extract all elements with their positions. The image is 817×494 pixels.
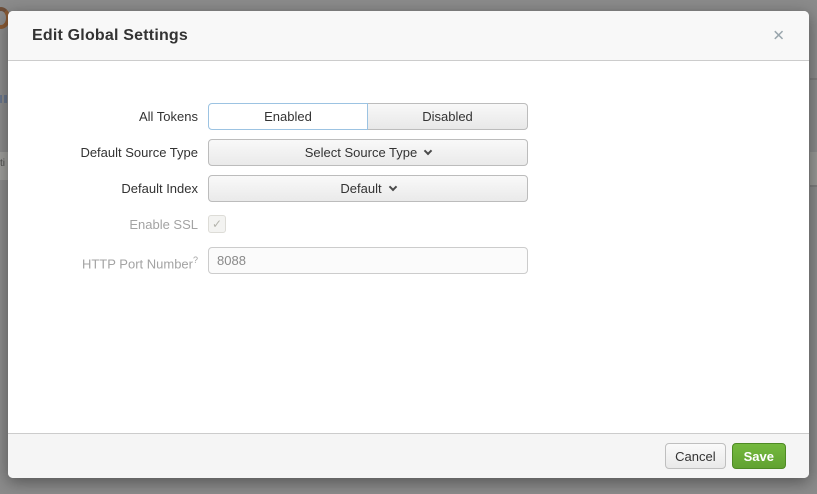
background-text-fragment: ti (0, 158, 5, 170)
form-row-default-index: Default Index Default (8, 175, 809, 202)
form-row-default-source-type: Default Source Type Select Source Type (8, 139, 809, 166)
form-row-http-port: HTTP Port Number? (8, 247, 809, 277)
close-icon[interactable]: ✕ (772, 28, 785, 43)
modal-footer: Cancel Save (8, 433, 809, 478)
background-text-fragment (0, 95, 7, 103)
default-source-type-label: Default Source Type (8, 139, 198, 166)
default-source-type-value: Select Source Type (305, 145, 418, 160)
form-row-enable-ssl: Enable SSL ✓ (8, 211, 809, 238)
default-index-dropdown[interactable]: Default (208, 175, 528, 202)
all-tokens-disabled-button[interactable]: Disabled (368, 103, 528, 130)
default-index-label: Default Index (8, 175, 198, 202)
save-button[interactable]: Save (732, 443, 786, 469)
modal-body: All Tokens Enabled Disabled Default Sour… (8, 61, 809, 433)
default-index-value: Default (340, 181, 381, 196)
enable-ssl-label: Enable SSL (8, 211, 198, 238)
modal-title: Edit Global Settings (32, 27, 188, 45)
all-tokens-label: All Tokens (8, 103, 198, 130)
background-divider-fragment (810, 78, 817, 80)
all-tokens-toggle-group: Enabled Disabled (208, 103, 528, 130)
default-source-type-dropdown[interactable]: Select Source Type (208, 139, 528, 166)
background-divider-fragment (810, 185, 817, 187)
modal-header: Edit Global Settings ✕ (8, 11, 809, 61)
checkmark-icon: ✓ (212, 217, 222, 231)
chevron-down-icon (388, 183, 396, 191)
all-tokens-enabled-button[interactable]: Enabled (208, 103, 368, 130)
cancel-button[interactable]: Cancel (665, 443, 725, 469)
form-row-all-tokens: All Tokens Enabled Disabled (8, 103, 809, 130)
dimmed-page-overlay: ti Edit Global Settings ✕ All Tokens Ena… (0, 0, 817, 494)
help-question-icon: ? (193, 255, 198, 265)
http-port-input-disabled (208, 247, 528, 274)
http-port-label: HTTP Port Number? (8, 247, 198, 277)
enable-ssl-checkbox-checked-disabled: ✓ (208, 215, 226, 233)
edit-global-settings-modal: Edit Global Settings ✕ All Tokens Enable… (8, 11, 809, 478)
background-bar-fragment (810, 152, 817, 185)
chevron-down-icon (424, 147, 432, 155)
